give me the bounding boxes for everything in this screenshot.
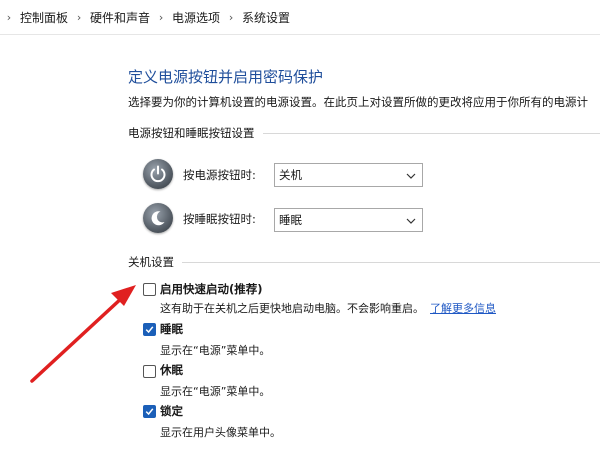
breadcrumb-item-control-panel[interactable]: 控制面板: [20, 9, 68, 26]
sleep-description: 显示在“电源”菜单中。: [160, 344, 271, 357]
checkmark-icon: [145, 408, 154, 416]
learn-more-link[interactable]: 了解更多信息: [430, 302, 496, 315]
lock-description: 显示在用户头像菜单中。: [160, 426, 281, 439]
sleep-button-select[interactable]: 睡眠: [274, 208, 423, 232]
chevron-down-icon: [406, 173, 416, 179]
fast-startup-desc-text: 这有助于在关机之后更快地启动电脑。不会影响重启。: [160, 302, 424, 315]
lock-label: 锁定: [160, 404, 183, 418]
chevron-right-icon: ›: [76, 10, 82, 24]
sleep-button-select-value: 睡眠: [279, 213, 302, 227]
breadcrumb-item-power-options[interactable]: 电源选项: [172, 9, 220, 26]
divider: [182, 261, 600, 263]
page-description: 选择要为你的计算机设置的电源设置。在此页上对设置所做的更改将应用于你所有的电源计: [128, 95, 588, 109]
breadcrumb-item-hardware-sound[interactable]: 硬件和声音: [90, 9, 150, 26]
shutdown-section-header: 关机设置: [128, 254, 600, 270]
sleep-button-label: 按睡眠按钮时:: [183, 212, 256, 226]
hibernate-description: 显示在“电源”菜单中。: [160, 385, 271, 398]
sleep-checkbox[interactable]: [143, 323, 156, 336]
power-section-title: 电源按钮和睡眠按钮设置: [128, 126, 255, 140]
power-button-label: 按电源按钮时:: [183, 168, 256, 182]
chevron-down-icon: [406, 218, 416, 224]
sleep-label: 睡眠: [160, 322, 183, 336]
shutdown-section-title: 关机设置: [128, 255, 174, 269]
chevron-right-icon: ›: [158, 10, 164, 24]
fast-startup-description: 这有助于在关机之后更快地启动电脑。不会影响重启。 了解更多信息: [160, 300, 496, 316]
sleep-icon: [143, 203, 173, 233]
lock-checkbox[interactable]: [143, 405, 156, 418]
fast-startup-label: 启用快速启动(推荐): [160, 282, 263, 296]
hibernate-label: 休眠: [160, 363, 183, 377]
chevron-right-icon: ›: [6, 10, 12, 24]
hibernate-checkbox[interactable]: [143, 365, 156, 378]
page-title: 定义电源按钮并启用密码保护: [128, 68, 324, 86]
breadcrumb-item-system-settings[interactable]: 系统设置: [242, 9, 290, 26]
power-button-select[interactable]: 关机: [274, 163, 423, 187]
power-icon: [143, 159, 173, 189]
chevron-right-icon: ›: [228, 10, 234, 24]
power-section-header: 电源按钮和睡眠按钮设置: [128, 125, 600, 141]
divider: [262, 132, 600, 134]
fast-startup-checkbox[interactable]: [143, 283, 156, 296]
power-button-select-value: 关机: [279, 168, 302, 182]
breadcrumb: › 控制面板 › 硬件和声音 › 电源选项 › 系统设置: [0, 0, 600, 35]
checkmark-icon: [145, 326, 154, 334]
